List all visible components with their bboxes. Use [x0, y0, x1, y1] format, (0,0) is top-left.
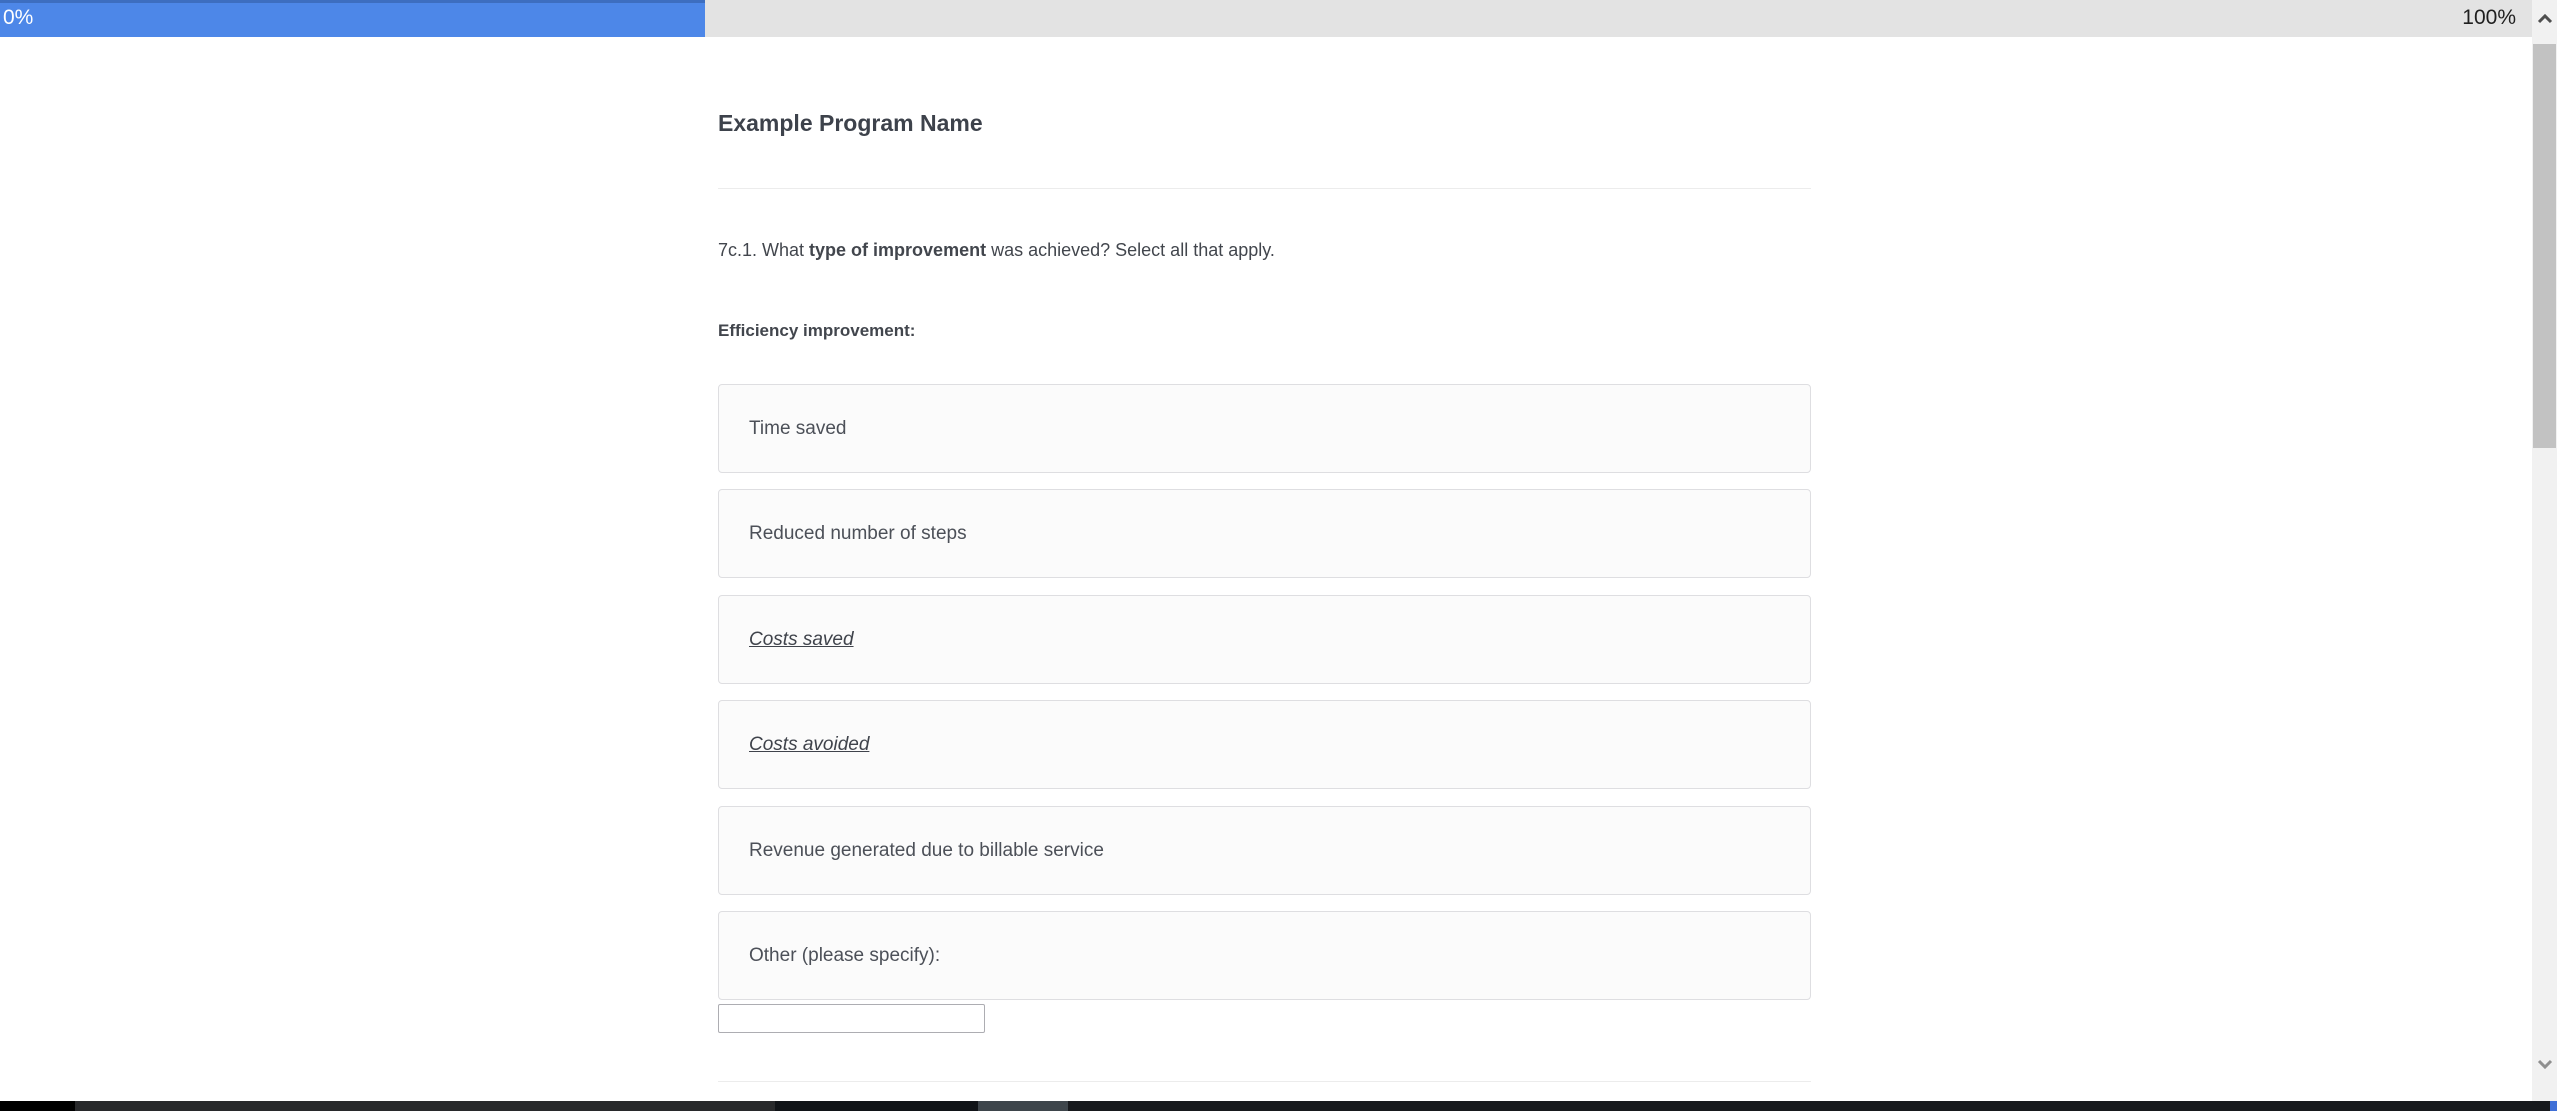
question-text: 7c.1. What type of improvement was achie…	[718, 240, 1275, 261]
option-label: Time saved	[749, 417, 847, 439]
scrollbar-thumb[interactable]	[2533, 44, 2556, 448]
footer-divider	[718, 1081, 1811, 1082]
costs-avoided-link[interactable]: Costs avoided	[749, 734, 869, 756]
taskbar-strip	[0, 1101, 2557, 1111]
scroll-up-button[interactable]	[2532, 0, 2557, 40]
survey-content: Example Program Name 7c.1. What type of …	[718, 0, 1811, 1111]
option-reduced-number-of-steps[interactable]: Reduced number of steps	[718, 489, 1811, 578]
option-costs-saved[interactable]: Costs saved	[718, 595, 1811, 684]
header-divider	[718, 188, 1811, 189]
option-label: Other (please specify):	[749, 944, 941, 966]
option-time-saved[interactable]: Time saved	[718, 384, 1811, 473]
option-revenue-generated[interactable]: Revenue generated due to billable servic…	[718, 806, 1811, 895]
chevron-up-icon	[2537, 11, 2553, 29]
scroll-down-button[interactable]	[2532, 1045, 2557, 1085]
vertical-scrollbar[interactable]	[2532, 0, 2557, 1111]
progress-current-label: 0%	[3, 6, 34, 29]
option-other-specify[interactable]: Other (please specify):	[718, 911, 1811, 1000]
page-title: Example Program Name	[718, 110, 983, 136]
survey-page: 0% 100% Example Program Name 7c.1. What …	[0, 0, 2557, 1111]
option-label: Reduced number of steps	[749, 522, 967, 544]
chevron-down-icon	[2537, 1056, 2553, 1074]
progress-max-label: 100%	[2462, 6, 2516, 29]
question-emphasis: type of improvement	[809, 240, 987, 260]
option-label: Revenue generated due to billable servic…	[749, 839, 1104, 861]
progress-bar-fill	[0, 0, 705, 37]
question-prefix: 7c.1. What	[718, 240, 810, 260]
option-costs-avoided[interactable]: Costs avoided	[718, 700, 1811, 789]
section-label: Efficiency improvement:	[718, 321, 916, 340]
costs-saved-link[interactable]: Costs saved	[749, 629, 854, 651]
other-specify-input[interactable]	[718, 1004, 985, 1033]
question-suffix: was achieved? Select all that apply.	[986, 240, 1275, 260]
